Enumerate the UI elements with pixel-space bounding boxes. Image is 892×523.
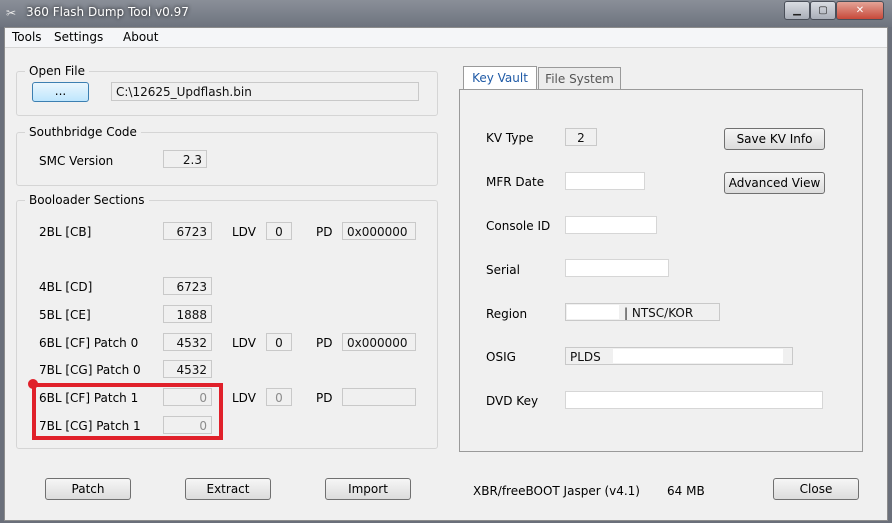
ldv-field: 0 bbox=[266, 388, 292, 406]
osig-label: OSIG bbox=[486, 350, 516, 364]
smc-version-label: SMC Version bbox=[39, 154, 114, 168]
dvd-key-field bbox=[565, 391, 823, 409]
extract-button[interactable]: Extract bbox=[185, 478, 271, 500]
red-marker-dot bbox=[28, 379, 38, 389]
patch-button[interactable]: Patch bbox=[45, 478, 131, 500]
bootloader-row-label: 5BL [CE] bbox=[39, 308, 91, 322]
menu-tools[interactable]: Tools bbox=[12, 30, 42, 44]
app-icon: ✂ bbox=[6, 6, 17, 20]
bootloader-label: Booloader Sections bbox=[25, 193, 149, 207]
title-bar: ✂ 360 Flash Dump Tool v0.97 ▁ ▢ ✕ bbox=[0, 0, 892, 27]
flash-size-text: 64 MB bbox=[667, 484, 705, 498]
pd-field: 0x000000 bbox=[342, 222, 416, 240]
dvd-key-label: DVD Key bbox=[486, 394, 539, 408]
close-button[interactable]: Close bbox=[773, 478, 859, 500]
main-window: Tools Settings About Open File ... C:\12… bbox=[4, 27, 888, 521]
pd-label: PD bbox=[316, 225, 333, 239]
browse-button[interactable]: ... bbox=[32, 82, 89, 102]
bootloader-row-value: 6723 bbox=[163, 277, 212, 295]
ldv-field: 0 bbox=[266, 222, 292, 240]
bootloader-row-value: 4532 bbox=[163, 333, 212, 351]
bootloader-row-label: 7BL [CG] Patch 0 bbox=[39, 363, 141, 377]
region-label: Region bbox=[486, 307, 528, 321]
ldv-label: LDV bbox=[232, 391, 256, 405]
bootloader-row-label: 2BL [CB] bbox=[39, 225, 92, 239]
pd-field bbox=[342, 388, 416, 406]
serial-field bbox=[565, 259, 669, 277]
redacted-block bbox=[613, 349, 783, 363]
maximize-button[interactable]: ▢ bbox=[810, 1, 836, 20]
southbridge-label: Southbridge Code bbox=[25, 125, 141, 139]
smc-version-field: 2.3 bbox=[163, 150, 207, 168]
bootloader-row-value: 6723 bbox=[163, 222, 212, 240]
menu-bar: Tools Settings About bbox=[5, 28, 887, 48]
import-button[interactable]: Import bbox=[325, 478, 411, 500]
menu-about[interactable]: About bbox=[123, 30, 158, 44]
console-id-label: Console ID bbox=[486, 219, 551, 233]
kv-type-label: KV Type bbox=[486, 131, 534, 145]
serial-label: Serial bbox=[486, 263, 520, 277]
status-text: XBR/freeBOOT Jasper (v4.1) bbox=[473, 484, 640, 498]
pd-label: PD bbox=[316, 336, 333, 350]
advanced-view-button[interactable]: Advanced View bbox=[724, 172, 825, 194]
bootloader-row-label: 6BL [CF] Patch 0 bbox=[39, 336, 139, 350]
bootloader-row-value: 1888 bbox=[163, 305, 212, 323]
bootloader-row-label: 4BL [CD] bbox=[39, 280, 93, 294]
kv-type-field: 2 bbox=[565, 128, 597, 146]
bootloader-row-value: 4532 bbox=[163, 360, 212, 378]
ldv-label: LDV bbox=[232, 336, 256, 350]
minimize-button[interactable]: ▁ bbox=[784, 1, 810, 20]
tab-key-vault[interactable]: Key Vault bbox=[463, 66, 537, 90]
pd-field: 0x000000 bbox=[342, 333, 416, 351]
red-highlight-box bbox=[32, 383, 223, 440]
close-window-button[interactable]: ✕ bbox=[836, 1, 884, 20]
window-title: 360 Flash Dump Tool v0.97 bbox=[26, 5, 189, 19]
save-kv-info-button[interactable]: Save KV Info bbox=[724, 128, 825, 150]
ldv-field: 0 bbox=[266, 333, 292, 351]
mfr-date-field bbox=[565, 172, 645, 190]
ldv-label: LDV bbox=[232, 225, 256, 239]
tab-file-system[interactable]: File System bbox=[538, 67, 621, 89]
mfr-date-label: MFR Date bbox=[486, 175, 545, 189]
redacted-block bbox=[567, 305, 619, 319]
open-file-label: Open File bbox=[25, 64, 89, 78]
file-path-field[interactable]: C:\12625_Updflash.bin bbox=[111, 82, 419, 101]
menu-settings[interactable]: Settings bbox=[54, 30, 103, 44]
console-id-field bbox=[565, 216, 657, 234]
pd-label: PD bbox=[316, 391, 333, 405]
